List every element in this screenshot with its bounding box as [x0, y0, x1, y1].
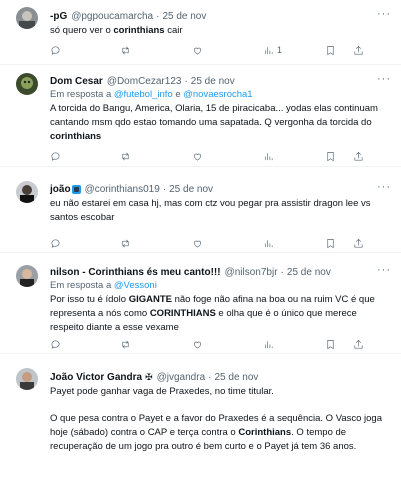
views-icon — [264, 239, 273, 247]
retweet-icon — [122, 239, 129, 247]
reply-icon — [51, 239, 60, 248]
reply-context: Em resposta a @futebol_info e @novaesroc… — [50, 89, 253, 100]
tweet-text: só quero ver o corinthians cair — [50, 25, 183, 36]
reply-button[interactable] — [50, 44, 61, 56]
bookmark-icon — [327, 45, 334, 55]
tweet-1[interactable]: -pG @pgpoucamarcha · 25 de nov ··· só qu… — [0, 0, 401, 65]
views-icon — [264, 46, 273, 54]
like-icon — [193, 240, 202, 248]
views-button[interactable] — [263, 338, 274, 350]
retweet-button[interactable] — [120, 44, 131, 56]
avatar[interactable] — [16, 181, 38, 203]
tweet-date[interactable]: 25 de nov — [162, 11, 206, 22]
tweet-4[interactable]: nilson - Corinthians és meu canto!!! @ni… — [0, 253, 401, 354]
share-icon — [354, 151, 363, 160]
author-handle[interactable]: @jvgandra — [157, 372, 206, 383]
views-count: 1 — [277, 45, 283, 55]
bookmark-button[interactable] — [325, 150, 336, 162]
views-button[interactable] — [263, 150, 274, 162]
author-handle[interactable]: @nilson7bjr — [225, 267, 278, 278]
share-button[interactable] — [353, 150, 364, 162]
retweet-button[interactable] — [120, 150, 131, 162]
reply-icon — [51, 152, 60, 161]
views-button[interactable] — [263, 237, 274, 249]
share-button[interactable] — [353, 237, 364, 249]
tweet-3[interactable]: joão @corinthians019 · 25 de nov ··· eu … — [0, 167, 401, 253]
emoji-badge-icon — [71, 184, 81, 194]
bookmark-icon — [327, 238, 334, 248]
bookmark-button[interactable] — [325, 338, 336, 350]
avatar[interactable] — [16, 7, 38, 29]
avatar[interactable] — [16, 73, 38, 95]
like-button[interactable] — [192, 150, 203, 162]
avatar[interactable] — [16, 265, 38, 287]
reply-button[interactable] — [50, 338, 61, 350]
author-name[interactable]: Dom Cesar — [50, 76, 103, 87]
like-button[interactable] — [192, 338, 203, 350]
cross-icon: ✠ — [145, 371, 153, 382]
more-icon[interactable]: ··· — [377, 9, 391, 20]
tweet-date[interactable]: 25 de nov — [287, 267, 331, 278]
mention-link[interactable]: @novaesrocha1 — [183, 89, 252, 100]
reply-button[interactable] — [50, 150, 61, 162]
tweet-date[interactable]: 25 de nov — [169, 184, 213, 195]
author-handle[interactable]: @pgpoucamarcha — [71, 11, 153, 22]
tweet-text: A torcida do Bangu, America, Olaria, 15 … — [50, 103, 378, 142]
share-button[interactable] — [353, 338, 364, 350]
retweet-icon — [122, 340, 129, 348]
retweet-button[interactable] — [120, 338, 131, 350]
share-icon — [354, 238, 363, 247]
reply-context: Em resposta a @Vessoni — [50, 280, 157, 291]
reply-icon — [51, 46, 60, 55]
views-icon — [264, 152, 273, 160]
author-handle[interactable]: @corinthians019 — [85, 184, 160, 195]
avatar[interactable] — [16, 368, 38, 390]
author-name[interactable]: nilson - Corinthians és meu canto!!! — [50, 267, 221, 278]
tweet-2[interactable]: Dom Cesar @DomCezar123 · 25 de nov ··· E… — [0, 65, 401, 167]
share-button[interactable] — [353, 44, 364, 56]
author-name[interactable]: João Victor Gandra — [50, 372, 142, 383]
tweet-date[interactable]: 25 de nov — [191, 76, 235, 87]
author-name[interactable]: -pG — [50, 11, 67, 22]
share-icon — [354, 45, 363, 54]
mention-link[interactable]: @futebol_info — [114, 89, 173, 100]
like-icon — [193, 47, 202, 55]
mention-link[interactable]: @Vessoni — [114, 280, 157, 291]
bookmark-button[interactable] — [325, 44, 336, 56]
views-icon — [264, 340, 273, 348]
bookmark-icon — [327, 339, 334, 349]
author-handle[interactable]: @DomCezar123 — [107, 76, 182, 87]
tweet-text-line1: Payet pode ganhar vaga de Praxedes, no t… — [50, 386, 274, 397]
views-button[interactable]: 1 — [263, 44, 282, 56]
tweet-text: O que pesa contra o Payet e a favor do P… — [50, 413, 383, 452]
more-icon[interactable]: ··· — [377, 182, 391, 193]
tweet-text: eu não estarei em casa hj, mas com ctz v… — [50, 198, 371, 223]
like-button[interactable] — [192, 237, 203, 249]
tweet-text: Por isso tu é ídolo GIGANTE não foge não… — [50, 294, 375, 333]
more-icon[interactable]: ··· — [377, 74, 391, 85]
more-icon[interactable]: ··· — [377, 265, 391, 276]
bookmark-button[interactable] — [325, 237, 336, 249]
retweet-icon — [122, 46, 129, 54]
tweet-5[interactable]: João Victor Gandra ✠ @jvgandra · 25 de n… — [0, 354, 401, 480]
share-icon — [354, 339, 363, 348]
bookmark-icon — [327, 151, 334, 161]
reply-button[interactable] — [50, 237, 61, 249]
like-icon — [193, 341, 202, 349]
author-name[interactable]: joão — [50, 184, 71, 195]
reply-icon — [51, 340, 60, 349]
like-button[interactable] — [192, 44, 203, 56]
like-icon — [193, 153, 202, 161]
tweet-date[interactable]: 25 de nov — [214, 372, 258, 383]
retweet-icon — [122, 152, 129, 160]
retweet-button[interactable] — [120, 237, 131, 249]
